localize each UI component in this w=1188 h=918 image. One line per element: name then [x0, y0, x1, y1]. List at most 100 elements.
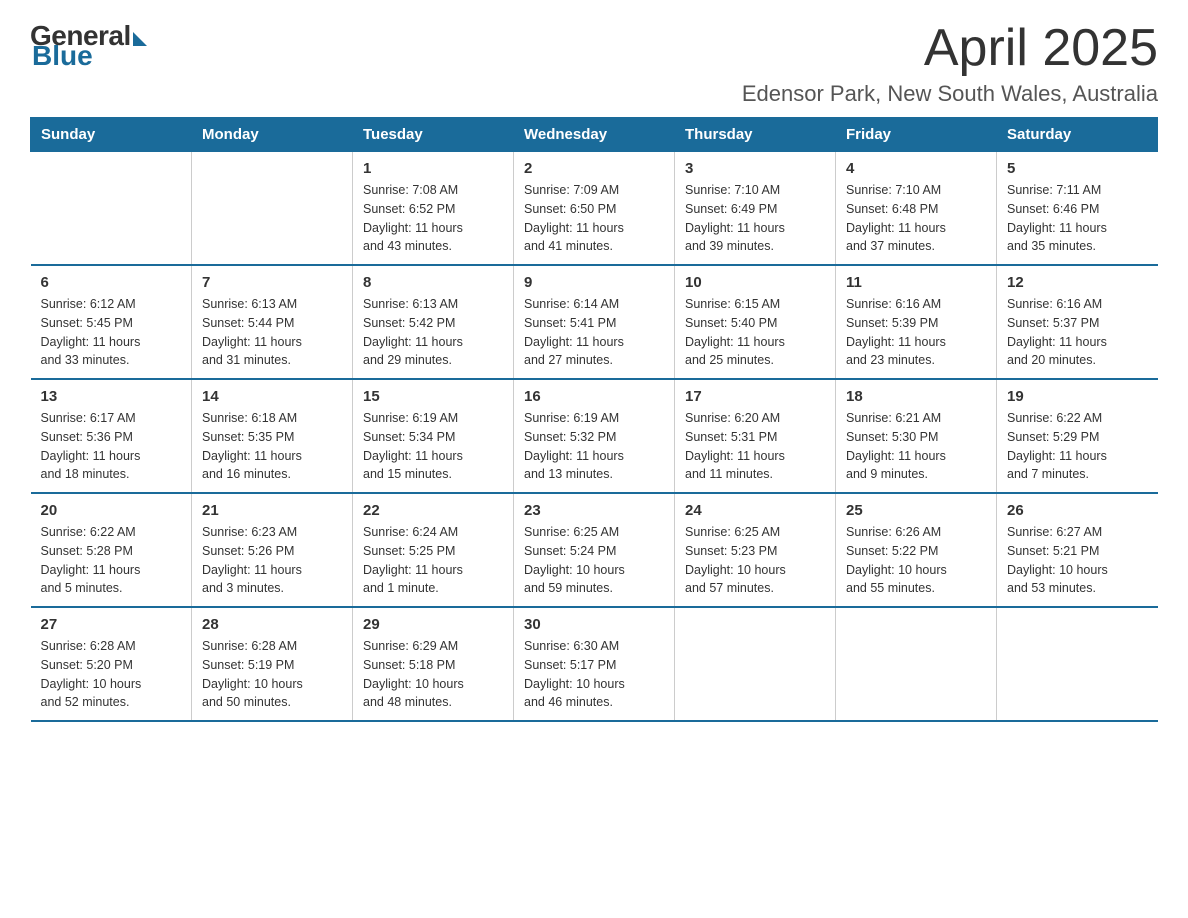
day-info: Sunrise: 6:13 AM Sunset: 5:44 PM Dayligh… [202, 295, 342, 370]
day-number: 27 [41, 616, 182, 633]
day-number: 14 [202, 388, 342, 405]
day-number: 30 [524, 616, 664, 633]
day-info: Sunrise: 6:28 AM Sunset: 5:20 PM Dayligh… [41, 637, 182, 712]
calendar-week-row: 13 Sunrise: 6:17 AM Sunset: 5:36 PM Dayli… [31, 379, 1158, 493]
day-info: Sunrise: 6:23 AM Sunset: 5:26 PM Dayligh… [202, 523, 342, 598]
calendar-cell: 21 Sunrise: 6:23 AM Sunset: 5:26 PM Dayli… [192, 493, 353, 607]
day-number: 7 [202, 274, 342, 291]
day-number: 16 [524, 388, 664, 405]
day-number: 21 [202, 502, 342, 519]
calendar-cell: 5Sunrise: 7:11 AM Sunset: 6:46 PM Daylig… [997, 152, 1158, 266]
calendar-cell: 17 Sunrise: 6:20 AM Sunset: 5:31 PM Dayli… [675, 379, 836, 493]
calendar-cell [997, 607, 1158, 721]
calendar-cell: 10Sunrise: 6:15 AM Sunset: 5:40 PM Dayli… [675, 265, 836, 379]
day-number: 5 [1007, 160, 1148, 177]
day-info: Sunrise: 6:20 AM Sunset: 5:31 PM Dayligh… [685, 409, 825, 484]
day-number: 29 [363, 616, 503, 633]
day-info: Sunrise: 6:15 AM Sunset: 5:40 PM Dayligh… [685, 295, 825, 370]
day-info: Sunrise: 6:16 AM Sunset: 5:39 PM Dayligh… [846, 295, 986, 370]
day-info: Sunrise: 6:19 AM Sunset: 5:34 PM Dayligh… [363, 409, 503, 484]
calendar-cell: 8Sunrise: 6:13 AM Sunset: 5:42 PM Daylig… [353, 265, 514, 379]
day-number: 4 [846, 160, 986, 177]
calendar-table: SundayMondayTuesdayWednesdayThursdayFrid… [30, 117, 1158, 722]
calendar-cell [192, 152, 353, 266]
day-number: 2 [524, 160, 664, 177]
day-info: Sunrise: 6:30 AM Sunset: 5:17 PM Dayligh… [524, 637, 664, 712]
day-info: Sunrise: 7:10 AM Sunset: 6:49 PM Dayligh… [685, 181, 825, 256]
day-info: Sunrise: 6:19 AM Sunset: 5:32 PM Dayligh… [524, 409, 664, 484]
day-info: Sunrise: 7:10 AM Sunset: 6:48 PM Dayligh… [846, 181, 986, 256]
day-number: 26 [1007, 502, 1148, 519]
calendar-cell: 22 Sunrise: 6:24 AM Sunset: 5:25 PM Dayli… [353, 493, 514, 607]
day-info: Sunrise: 6:14 AM Sunset: 5:41 PM Dayligh… [524, 295, 664, 370]
day-info: Sunrise: 6:26 AM Sunset: 5:22 PM Dayligh… [846, 523, 986, 598]
weekday-header-wednesday: Wednesday [514, 118, 675, 152]
calendar-cell: 19 Sunrise: 6:22 AM Sunset: 5:29 PM Dayli… [997, 379, 1158, 493]
day-number: 24 [685, 502, 825, 519]
day-number: 11 [846, 274, 986, 291]
calendar-cell: 29 Sunrise: 6:29 AM Sunset: 5:18 PM Dayli… [353, 607, 514, 721]
day-number: 18 [846, 388, 986, 405]
calendar-cell: 28 Sunrise: 6:28 AM Sunset: 5:19 PM Dayli… [192, 607, 353, 721]
calendar-cell: 7 Sunrise: 6:13 AM Sunset: 5:44 PM Daylig… [192, 265, 353, 379]
day-info: Sunrise: 6:22 AM Sunset: 5:29 PM Dayligh… [1007, 409, 1148, 484]
day-number: 9 [524, 274, 664, 291]
calendar-cell: 1 Sunrise: 7:08 AM Sunset: 6:52 PM Daylig… [353, 152, 514, 266]
calendar-cell: 24Sunrise: 6:25 AM Sunset: 5:23 PM Dayli… [675, 493, 836, 607]
weekday-header-monday: Monday [192, 118, 353, 152]
calendar-cell: 26 Sunrise: 6:27 AM Sunset: 5:21 PM Dayli… [997, 493, 1158, 607]
calendar-cell [31, 152, 192, 266]
calendar-cell: 23 Sunrise: 6:25 AM Sunset: 5:24 PM Dayli… [514, 493, 675, 607]
weekday-header-friday: Friday [836, 118, 997, 152]
day-info: Sunrise: 6:29 AM Sunset: 5:18 PM Dayligh… [363, 637, 503, 712]
calendar-cell: 13 Sunrise: 6:17 AM Sunset: 5:36 PM Dayli… [31, 379, 192, 493]
day-number: 28 [202, 616, 342, 633]
location-title: Edensor Park, New South Wales, Australia [742, 81, 1158, 107]
day-number: 23 [524, 502, 664, 519]
calendar-week-row: 6 Sunrise: 6:12 AM Sunset: 5:45 PM Daylig… [31, 265, 1158, 379]
day-number: 15 [363, 388, 503, 405]
month-title: April 2025 [742, 20, 1158, 77]
day-info: Sunrise: 6:16 AM Sunset: 5:37 PM Dayligh… [1007, 295, 1148, 370]
calendar-cell: 9 Sunrise: 6:14 AM Sunset: 5:41 PM Daylig… [514, 265, 675, 379]
day-info: Sunrise: 6:17 AM Sunset: 5:36 PM Dayligh… [41, 409, 182, 484]
calendar-cell: 18 Sunrise: 6:21 AM Sunset: 5:30 PM Dayli… [836, 379, 997, 493]
calendar-header-row: SundayMondayTuesdayWednesdayThursdayFrid… [31, 118, 1158, 152]
day-info: Sunrise: 6:28 AM Sunset: 5:19 PM Dayligh… [202, 637, 342, 712]
day-number: 22 [363, 502, 503, 519]
calendar-week-row: 20Sunrise: 6:22 AM Sunset: 5:28 PM Dayli… [31, 493, 1158, 607]
calendar-week-row: 1 Sunrise: 7:08 AM Sunset: 6:52 PM Daylig… [31, 152, 1158, 266]
day-info: Sunrise: 7:09 AM Sunset: 6:50 PM Dayligh… [524, 181, 664, 256]
logo-blue-text: Blue [32, 40, 93, 72]
calendar-cell [836, 607, 997, 721]
day-number: 19 [1007, 388, 1148, 405]
calendar-cell: 12 Sunrise: 6:16 AM Sunset: 5:37 PM Dayli… [997, 265, 1158, 379]
calendar-cell: 4 Sunrise: 7:10 AM Sunset: 6:48 PM Daylig… [836, 152, 997, 266]
calendar-cell: 16 Sunrise: 6:19 AM Sunset: 5:32 PM Dayli… [514, 379, 675, 493]
weekday-header-saturday: Saturday [997, 118, 1158, 152]
day-info: Sunrise: 6:18 AM Sunset: 5:35 PM Dayligh… [202, 409, 342, 484]
day-number: 6 [41, 274, 182, 291]
day-info: Sunrise: 6:27 AM Sunset: 5:21 PM Dayligh… [1007, 523, 1148, 598]
day-info: Sunrise: 6:21 AM Sunset: 5:30 PM Dayligh… [846, 409, 986, 484]
day-number: 13 [41, 388, 182, 405]
day-info: Sunrise: 7:08 AM Sunset: 6:52 PM Dayligh… [363, 181, 503, 256]
day-info: Sunrise: 6:12 AM Sunset: 5:45 PM Dayligh… [41, 295, 182, 370]
weekday-header-tuesday: Tuesday [353, 118, 514, 152]
calendar-cell: 14 Sunrise: 6:18 AM Sunset: 5:35 PM Dayli… [192, 379, 353, 493]
day-number: 12 [1007, 274, 1148, 291]
day-info: Sunrise: 6:24 AM Sunset: 5:25 PM Dayligh… [363, 523, 503, 598]
calendar-cell: 11 Sunrise: 6:16 AM Sunset: 5:39 PM Dayli… [836, 265, 997, 379]
day-number: 1 [363, 160, 503, 177]
day-number: 17 [685, 388, 825, 405]
day-info: Sunrise: 6:25 AM Sunset: 5:24 PM Dayligh… [524, 523, 664, 598]
calendar-cell: 30 Sunrise: 6:30 AM Sunset: 5:17 PM Dayli… [514, 607, 675, 721]
logo-arrow-icon [133, 32, 147, 46]
calendar-cell: 2 Sunrise: 7:09 AM Sunset: 6:50 PM Daylig… [514, 152, 675, 266]
calendar-cell: 3Sunrise: 7:10 AM Sunset: 6:49 PM Daylig… [675, 152, 836, 266]
logo: General Blue [30, 20, 147, 72]
day-number: 25 [846, 502, 986, 519]
day-number: 8 [363, 274, 503, 291]
calendar-cell [675, 607, 836, 721]
title-block: April 2025 Edensor Park, New South Wales… [742, 20, 1158, 107]
